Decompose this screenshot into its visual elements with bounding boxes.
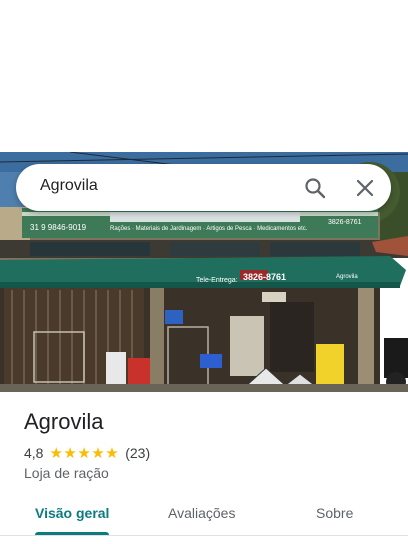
awning-brand: Agrovila (336, 274, 358, 280)
tab-reviews[interactable]: Avaliações (168, 505, 235, 521)
place-name: Agrovila (24, 409, 104, 434)
tab-overview[interactable]: Visão geral (35, 505, 109, 521)
review-count[interactable]: (23) (125, 445, 150, 461)
place-category[interactable]: Loja de ração (24, 465, 109, 481)
sign-products: Rações · Materiais de Jardinagem · Artig… (110, 226, 308, 232)
star-rating-icon: ★★★★★ (49, 445, 120, 462)
tabs-divider (0, 535, 408, 536)
search-input[interactable]: Agrovila (40, 177, 98, 195)
awning-phone: 3826-8761 (243, 272, 286, 282)
sign-right-phone: 3826-8761 (328, 219, 362, 226)
rating-row[interactable]: 4,8 ★★★★★ (23) (24, 444, 150, 462)
sign-left-phone: 31 9 9846-9019 (30, 223, 87, 232)
search-icon[interactable] (303, 176, 327, 200)
tab-about[interactable]: Sobre (316, 505, 353, 521)
search-bar[interactable]: Agrovila (16, 164, 391, 211)
close-icon[interactable] (353, 176, 377, 200)
tab-bar: Visão geral Avaliações Sobre (0, 492, 408, 538)
rating-value: 4,8 (24, 445, 44, 461)
awning-label: Tele-Entrega: (196, 277, 238, 284)
